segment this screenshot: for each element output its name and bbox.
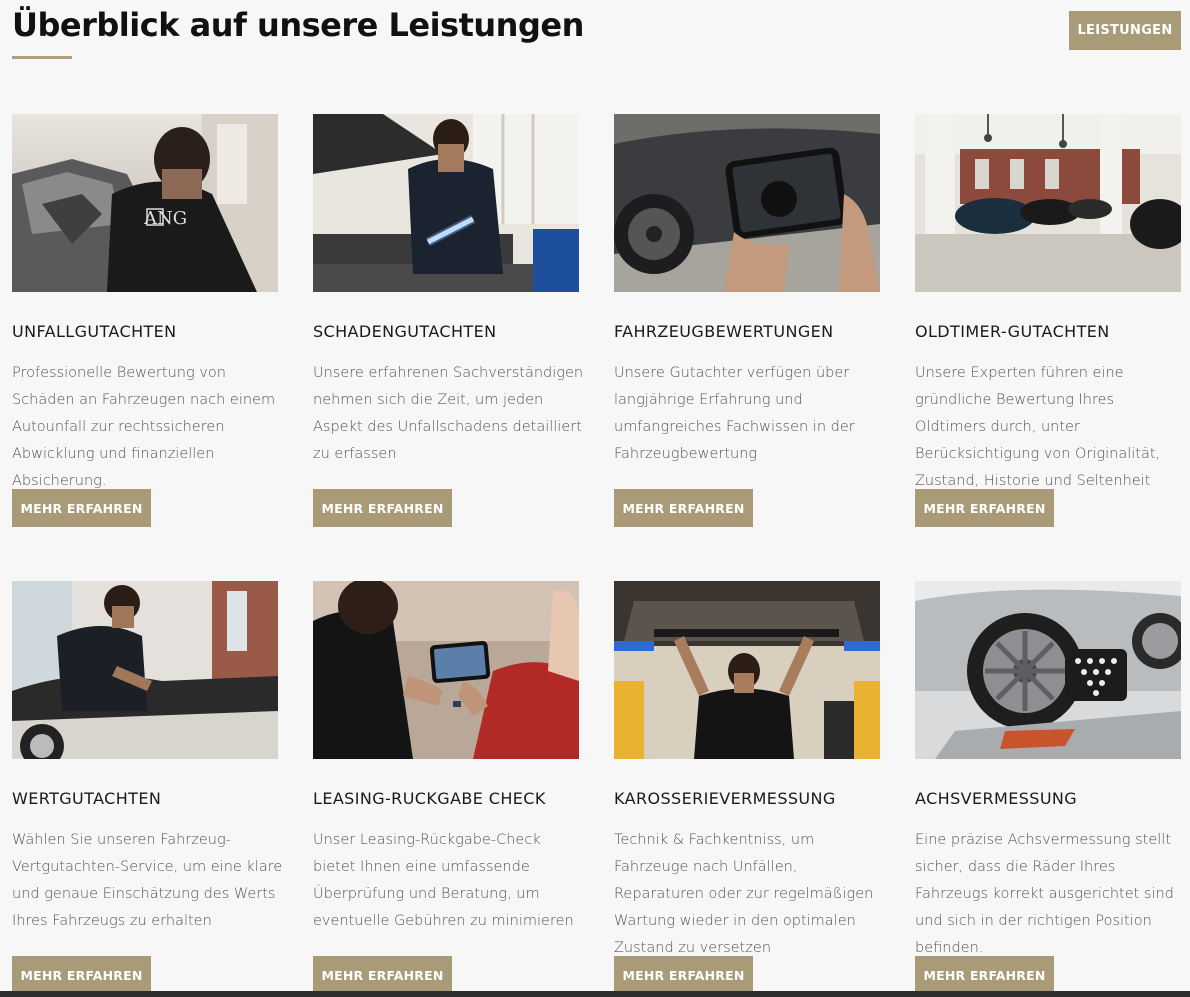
card-description: Unsere Experten führen eine gründliche B…: [915, 365, 1161, 489]
card-image: [313, 581, 579, 759]
title-underline: [12, 56, 72, 59]
card-image: [614, 581, 880, 759]
card-title: ACHSVERMESSUNG: [915, 789, 1078, 808]
service-card-unfallgutachten: ANG UNFALLGUTACHTEN Professionelle Bewer…: [12, 114, 278, 527]
mehr-erfahren-button[interactable]: MEHR ERFAHREN: [313, 489, 452, 527]
card-description: Eine präzise Achsvermessung stellt siche…: [915, 832, 1174, 956]
service-card-oldtimer-gutachten: OLDTIMER-GUTACHTEN Unsere Experten führe…: [915, 114, 1181, 527]
card-title: OLDTIMER-GUTACHTEN: [915, 322, 1110, 341]
mehr-erfahren-button[interactable]: MEHR ERFAHREN: [313, 956, 452, 994]
card-image: [614, 114, 880, 292]
leistungen-button[interactable]: LEISTUNGEN: [1069, 11, 1181, 50]
mehr-erfahren-button[interactable]: MEHR ERFAHREN: [12, 489, 151, 527]
mehr-erfahren-button[interactable]: MEHR ERFAHREN: [915, 956, 1054, 994]
card-description: Unsere Gutachter verfügen über langjähri…: [614, 365, 855, 462]
card-image: ANG: [12, 114, 278, 292]
card-title: LEASING-RUCKGABE CHECK: [313, 789, 546, 808]
card-image: [12, 581, 278, 759]
card-image: [915, 581, 1181, 759]
card-title: UNFALLGUTACHTEN: [12, 322, 177, 341]
service-card-leasing-rueckgabe: LEASING-RUCKGABE CHECK Unser Leasing-Rüc…: [313, 581, 579, 994]
service-card-fahrzeugbewertungen: FAHRZEUGBEWERTUNGEN Unsere Gutachter ver…: [614, 114, 880, 527]
service-card-karosserievermessung: KAROSSERIEVERMESSUNG Technik & Fachkentn…: [614, 581, 880, 994]
mehr-erfahren-button[interactable]: MEHR ERFAHREN: [614, 489, 753, 527]
section-header: Überblick auf unsere Leistungen LEISTUNG…: [12, 0, 1181, 70]
card-description: Technik & Fachkentniss, um Fahrzeuge nac…: [614, 832, 874, 956]
mehr-erfahren-button[interactable]: MEHR ERFAHREN: [12, 956, 151, 994]
service-card-schadengutachten: SCHADENGUTACHTEN Unsere erfahrenen Sachv…: [313, 114, 583, 527]
card-image: [915, 114, 1181, 292]
card-description: Professionelle Bewertung von Schäden an …: [12, 365, 276, 489]
mehr-erfahren-button[interactable]: MEHR ERFAHREN: [915, 489, 1054, 527]
card-description: Wählen Sie unseren Fahrzeug-Vertgutachte…: [12, 832, 283, 929]
card-description: Unsere erfahrenen Sachverständigen nehme…: [313, 365, 584, 462]
card-title: KAROSSERIEVERMESSUNG: [614, 789, 836, 808]
page-title: Überblick auf unsere Leistungen: [12, 6, 584, 44]
ang-logo-text: ANG: [143, 208, 187, 229]
card-title: SCHADENGUTACHTEN: [313, 322, 497, 341]
mehr-erfahren-button[interactable]: MEHR ERFAHREN: [614, 956, 753, 994]
card-title: WERTGUTACHTEN: [12, 789, 162, 808]
card-image: [313, 114, 579, 292]
card-title: FAHRZEUGBEWERTUNGEN: [614, 322, 834, 341]
bottom-bar: [0, 991, 1190, 997]
card-description: Unser Leasing-Rückgabe-Check bietet Ihne…: [313, 832, 574, 929]
service-card-wertgutachten: WERTGUTACHTEN Wählen Sie unseren Fahrzeu…: [12, 581, 282, 994]
service-card-achsvermessung: ACHSVERMESSUNG Eine präzise Achsvermessu…: [915, 581, 1181, 994]
